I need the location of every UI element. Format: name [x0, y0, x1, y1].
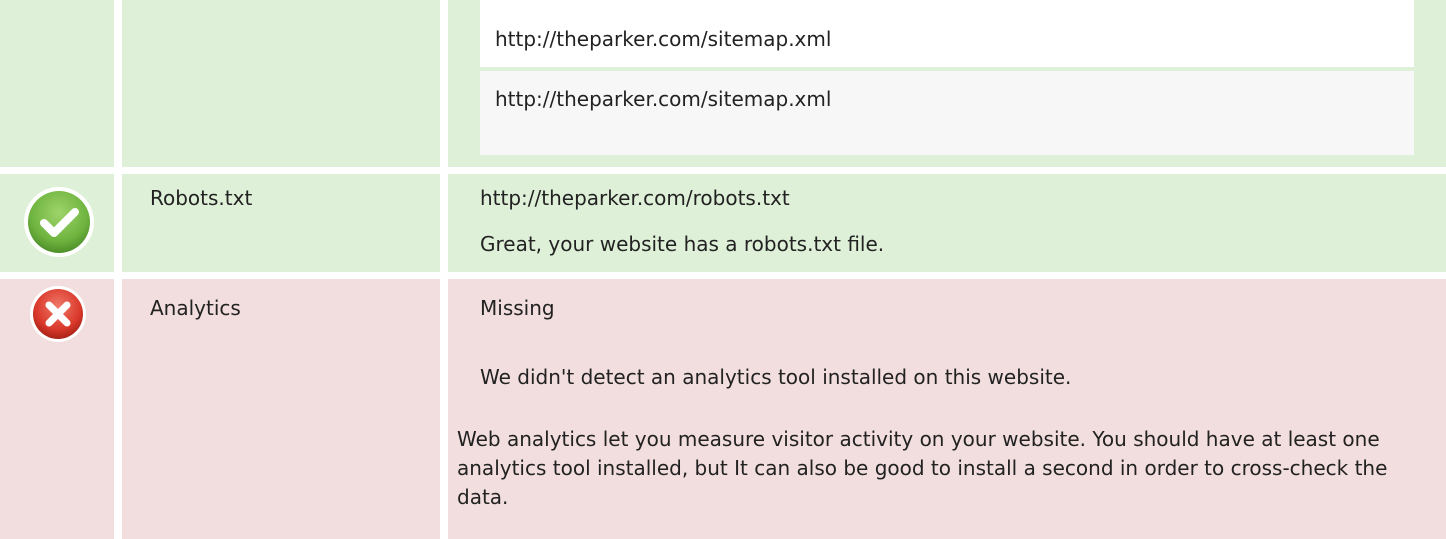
sitemap-list-top	[480, 0, 1414, 11]
robots-value-cell: http://theparker.com/robots.txt Great, y…	[448, 174, 1446, 272]
analytics-status: Missing	[480, 296, 555, 320]
analytics-description: Web analytics let you measure visitor ac…	[457, 427, 1388, 509]
check-icon	[24, 187, 94, 257]
analytics-icon-cell	[0, 279, 114, 539]
sitemap-row: http://theparker.com/sitemap.xml http://…	[0, 0, 1446, 167]
cross-icon	[30, 286, 86, 342]
analytics-message: We didn't detect an analytics tool insta…	[480, 365, 1072, 389]
sitemap-icon-cell	[0, 0, 114, 167]
robots-row: Robots.txt http://theparker.com/robots.t…	[0, 174, 1446, 272]
robots-message: Great, your website has a robots.txt fil…	[480, 232, 885, 256]
sitemap-value-cell: http://theparker.com/sitemap.xml http://…	[448, 0, 1446, 167]
analytics-row: Analytics Missing We didn't detect an an…	[0, 279, 1446, 539]
robots-label-cell: Robots.txt	[122, 174, 440, 272]
sitemap-label-cell	[122, 0, 440, 167]
analytics-value-cell: Missing We didn't detect an analytics to…	[448, 279, 1446, 539]
sitemap-url-item[interactable]: http://theparker.com/sitemap.xml	[480, 11, 1414, 67]
analytics-label-cell: Analytics	[122, 279, 440, 539]
robots-label: Robots.txt	[150, 186, 253, 210]
robots-url[interactable]: http://theparker.com/robots.txt	[480, 186, 790, 210]
robots-icon-cell	[0, 174, 114, 272]
sitemap-url-item[interactable]: http://theparker.com/sitemap.xml	[480, 71, 1414, 127]
analytics-label: Analytics	[150, 296, 241, 320]
sitemap-list-bottom	[480, 127, 1414, 155]
